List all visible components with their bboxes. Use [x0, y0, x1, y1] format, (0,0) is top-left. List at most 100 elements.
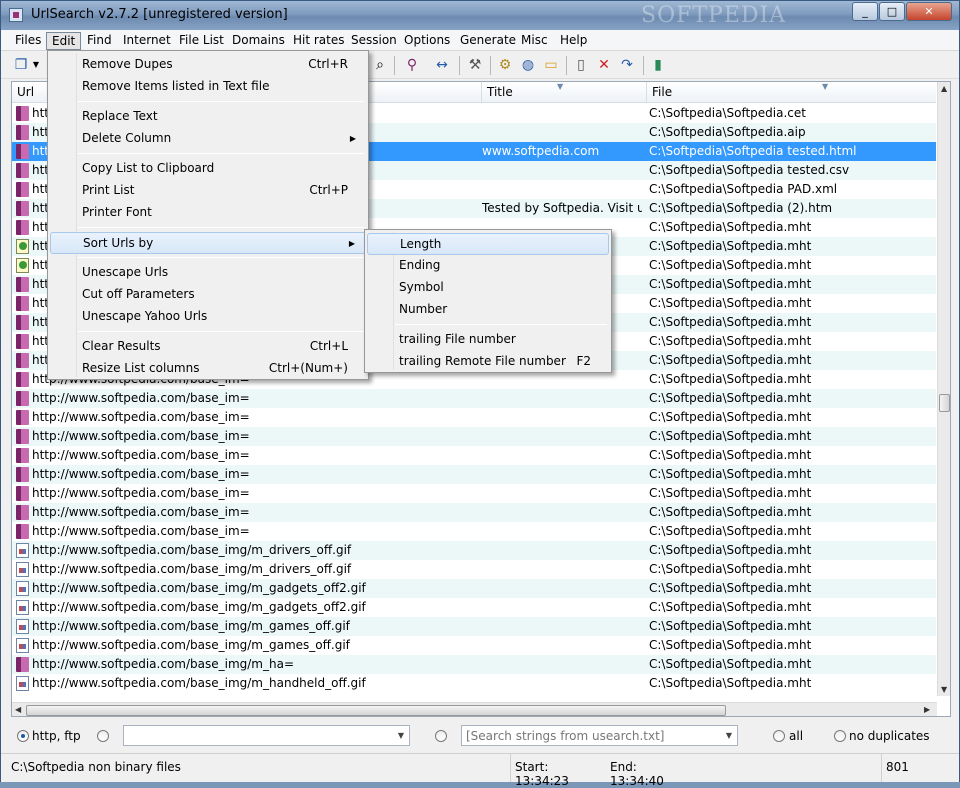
menu-item-remove-dupes[interactable]: Remove Dupes Ctrl+R — [50, 54, 366, 76]
vertical-scroll-thumb[interactable] — [939, 394, 950, 412]
radio-http-ftp[interactable] — [17, 730, 29, 742]
menu-item-shortcut: Ctrl+(Num+) — [268, 361, 348, 375]
table-row[interactable]: http://www.softpedia.com/base_img/m_gadg… — [12, 598, 936, 617]
menu-file-list[interactable]: File List — [174, 32, 229, 50]
url-cell: http://www.softpedia.com/base_img/m_hand… — [32, 676, 366, 690]
table-row[interactable]: http://www.softpedia.com/base_im= C:\Soft… — [12, 503, 936, 522]
search-strings-combo[interactable]: [Search strings from usearch.txt] ▼ — [461, 725, 738, 746]
menu-separator — [78, 331, 364, 332]
radio-all-label: all — [789, 729, 804, 743]
menu-item-copy-list-to-clipboard[interactable]: Copy List to Clipboard — [50, 158, 366, 180]
resize-columns-icon[interactable]: ↔ — [433, 56, 451, 74]
menu-item-replace-text[interactable]: Replace Text — [50, 106, 366, 128]
menu-files[interactable]: Files — [10, 32, 46, 50]
table-row[interactable]: http://www.softpedia.com/base_img/m_driv… — [12, 541, 936, 560]
table-row[interactable]: http://www.softpedia.com/base_img/m_driv… — [12, 560, 936, 579]
scroll-right-icon[interactable]: ▶ — [924, 705, 930, 714]
scroll-up-icon[interactable]: ▲ — [941, 84, 947, 93]
vertical-scrollbar[interactable]: ▲ ▼ — [937, 82, 950, 696]
menu-separator — [78, 257, 364, 258]
menu-item-remove-items-listed-in-text-file[interactable]: Remove Items listed in Text file — [50, 76, 366, 98]
bookmark-icon — [16, 410, 29, 425]
chevron-down-icon[interactable]: ▼ — [721, 726, 737, 745]
menu-find[interactable]: Find — [82, 32, 117, 50]
menu-item-cut-off-parameters[interactable]: Cut off Parameters — [50, 284, 366, 306]
undo-icon[interactable]: ↷ — [618, 56, 636, 74]
file-cell: C:\Softpedia\Softpedia.mht — [649, 467, 812, 481]
menu-item-printer-font[interactable]: Printer Font — [50, 202, 366, 224]
column-header-file[interactable]: File — [647, 82, 936, 103]
web-page-icon — [16, 676, 29, 691]
menu-item-resize-list-columns[interactable]: Resize List columns Ctrl+(Num+) — [50, 358, 366, 380]
exit-door-icon[interactable]: ▮ — [649, 56, 667, 74]
menu-help[interactable]: Help — [555, 32, 592, 50]
horizontal-scrollbar[interactable]: ◀ ▶ — [12, 702, 937, 716]
sort-item-trailing-file-number[interactable]: trailing File number — [367, 329, 609, 351]
dropdown-arrow-icon[interactable]: ▼ — [31, 56, 41, 74]
table-row[interactable]: http://www.softpedia.com/base_im= C:\Soft… — [12, 522, 936, 541]
copy-icon[interactable]: ❐ — [12, 56, 30, 74]
file-cell: C:\Softpedia\Softpedia.mht — [649, 391, 812, 405]
menu-item-label: Unescape Urls — [82, 265, 169, 279]
minimize-button[interactable]: _ — [852, 2, 878, 21]
table-row[interactable]: http://www.softpedia.com/base_im= C:\Soft… — [12, 484, 936, 503]
menu-item-clear-results[interactable]: Clear Results Ctrl+L — [50, 336, 366, 358]
menu-item-sort-urls-by[interactable]: Sort Urls by ▶ — [50, 232, 366, 254]
menu-item-unescape-urls[interactable]: Unescape Urls — [50, 262, 366, 284]
menu-edit[interactable]: Edit — [46, 32, 82, 50]
table-row[interactable]: http://www.softpedia.com/base_img/m_game… — [12, 636, 936, 655]
table-row[interactable]: http://www.softpedia.com/base_im= C:\Soft… — [12, 389, 936, 408]
sort-item-ending[interactable]: Ending — [367, 255, 609, 277]
radio-all[interactable] — [773, 730, 785, 742]
sort-item-length[interactable]: Length — [367, 233, 609, 255]
horizontal-scroll-thumb[interactable] — [26, 705, 726, 716]
hammer-icon[interactable]: ⚒ — [466, 56, 484, 74]
binoculars-icon[interactable]: ⌕ — [371, 56, 389, 74]
scroll-left-icon[interactable]: ◀ — [15, 705, 21, 714]
table-row[interactable]: http://www.softpedia.com/base_im= C:\Soft… — [12, 446, 936, 465]
menu-item-delete-column[interactable]: Delete Column ▶ — [50, 128, 366, 150]
menu-item-label: Printer Font — [82, 205, 152, 219]
file-cell: C:\Softpedia\Softpedia.mht — [649, 448, 812, 462]
filter-icon[interactable]: ⚲ — [403, 56, 421, 74]
table-row[interactable]: http://www.softpedia.com/base_im= C:\Soft… — [12, 427, 936, 446]
radio-no-duplicates[interactable] — [834, 730, 846, 742]
toolbar-separator — [459, 56, 460, 75]
globe-icon[interactable]: ◍ — [519, 56, 537, 74]
table-row[interactable]: http://www.softpedia.com/base_img/m_ha= C… — [12, 655, 936, 674]
menu-session[interactable]: Session — [346, 32, 402, 50]
column-header-title[interactable]: Title — [482, 82, 647, 103]
menu-item-unescape-yahoo-urls[interactable]: Unescape Yahoo Urls — [50, 306, 366, 328]
menu-item-print-list[interactable]: Print List Ctrl+P — [50, 180, 366, 202]
sort-item-number[interactable]: Number — [367, 299, 609, 321]
radio-custom[interactable] — [97, 730, 109, 742]
radio-search-strings[interactable] — [435, 730, 447, 742]
menu-internet[interactable]: Internet — [118, 32, 176, 50]
menu-domains[interactable]: Domains — [227, 32, 290, 50]
search-globe-icon[interactable]: ⚙ — [496, 56, 514, 74]
delete-icon[interactable]: ✕ — [595, 56, 613, 74]
table-row[interactable]: http://www.softpedia.com/base_im= C:\Soft… — [12, 465, 936, 484]
sort-item-trailing-remote-file-number[interactable]: trailing Remote File number F2 — [367, 351, 609, 373]
sort-item-symbol[interactable]: Symbol — [367, 277, 609, 299]
table-row[interactable]: http://www.softpedia.com/base_im= C:\Soft… — [12, 408, 936, 427]
bookmark-icon — [16, 486, 29, 501]
table-row[interactable]: http://www.softpedia.com/base_img/m_gadg… — [12, 579, 936, 598]
file-cell: C:\Softpedia\Softpedia (2).htm — [649, 201, 833, 215]
close-button[interactable]: ✕ — [906, 2, 952, 21]
table-row[interactable]: http://www.softpedia.com/base_img/m_game… — [12, 617, 936, 636]
chevron-down-icon[interactable]: ▼ — [393, 726, 409, 745]
url-cell: http://www.softpedia.com/base_img/m_driv… — [32, 543, 352, 557]
new-page-icon[interactable]: ▯ — [572, 56, 590, 74]
scroll-down-icon[interactable]: ▼ — [941, 685, 947, 694]
filter-combo[interactable]: ▼ — [123, 725, 410, 746]
title-bar[interactable]: UrlSearch v2.7.2 [unregistered version] … — [1, 1, 959, 30]
maximize-button[interactable]: □ — [879, 2, 905, 21]
menu-misc[interactable]: Misc — [516, 32, 553, 50]
window-title: UrlSearch v2.7.2 [unregistered version] — [31, 7, 288, 22]
menu-generate[interactable]: Generate — [455, 32, 521, 50]
folder-icon[interactable]: ▭ — [542, 56, 560, 74]
menu-hit-rates[interactable]: Hit rates — [288, 32, 350, 50]
menu-options[interactable]: Options — [399, 32, 455, 50]
table-row[interactable]: http://www.softpedia.com/base_img/m_hand… — [12, 674, 936, 693]
